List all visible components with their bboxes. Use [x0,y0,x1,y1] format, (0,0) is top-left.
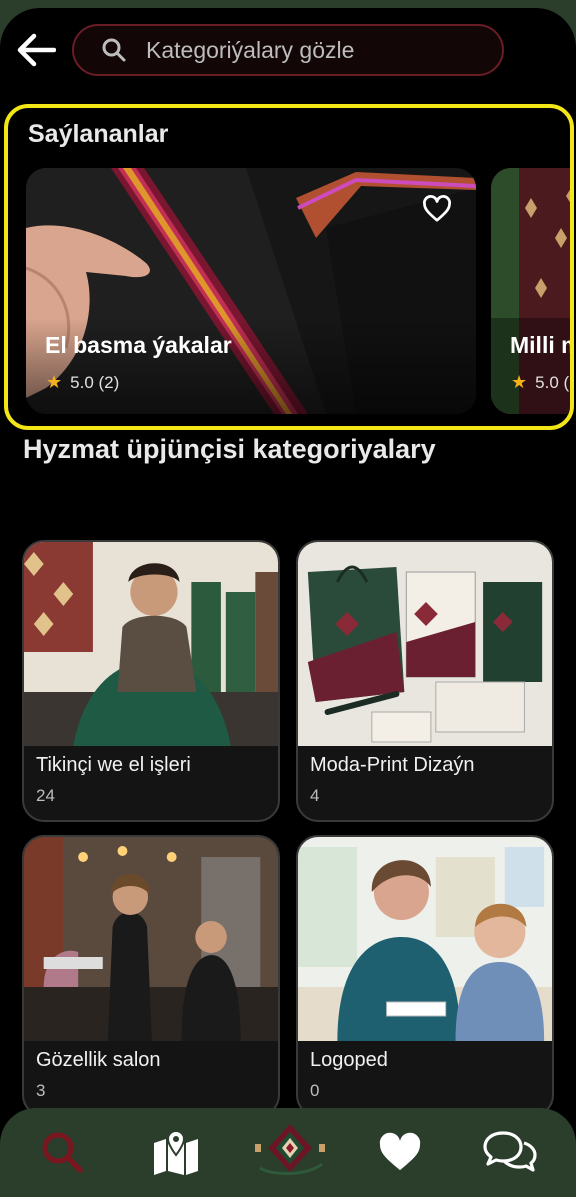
heart-icon [379,1132,421,1171]
featured-card-name: El basma ýakalar [45,332,232,358]
featured-card-name: Milli m [510,332,570,358]
bottom-navigation [0,1108,576,1197]
category-name: Logoped [310,1049,388,1071]
nav-search[interactable] [32,1126,92,1178]
categories-title: Hyzmat üpjünçisi kategoriyalary [23,434,436,464]
category-image [24,542,278,746]
featured-section: Saýlananlar El basma ýakalar ★ 5.0 (2) M… [4,104,574,430]
star-icon: ★ [511,372,528,392]
category-card[interactable]: Gözellik salon 3 [22,835,280,1117]
logo-icon [255,1124,325,1176]
category-card[interactable]: Logoped 0 [296,835,554,1117]
featured-card[interactable]: Milli m ★ 5.0 ( [491,168,570,414]
category-count: 24 [36,786,55,805]
category-count: 3 [36,1081,46,1100]
search-icon [42,1132,83,1173]
nav-home-logo[interactable] [252,1118,328,1184]
category-card[interactable]: Moda-Print Dizaýn 4 [296,540,554,822]
nav-map[interactable] [146,1126,206,1178]
category-image [298,542,552,746]
top-bar [0,0,576,92]
category-name: Gözellik salon [36,1049,161,1071]
featured-card-rating: ★ 5.0 ( [511,372,569,393]
map-icon [154,1129,198,1175]
featured-card-rating: ★ 5.0 (2) [46,372,119,393]
nav-messages[interactable] [480,1126,540,1178]
search-bar[interactable] [72,24,504,76]
category-card[interactable]: Tikinçi we el işleri 24 [22,540,280,822]
search-icon [100,36,128,64]
rating-value: 5.0 ( [535,372,570,392]
featured-card[interactable]: El basma ýakalar ★ 5.0 (2) [26,168,476,414]
heart-outline-icon[interactable] [422,194,452,224]
back-button[interactable] [12,28,60,72]
category-name: Tikinçi we el işleri [36,754,191,776]
category-image [24,837,278,1041]
category-count: 4 [310,786,320,805]
rating-value: 5.0 (2) [70,372,120,392]
search-input[interactable] [146,36,466,64]
chat-icon [483,1131,537,1172]
star-icon: ★ [46,372,63,392]
nav-favorites[interactable] [370,1126,430,1178]
category-image [298,837,552,1041]
category-count: 0 [310,1081,320,1100]
featured-title: Saýlananlar [28,120,169,148]
category-name: Moda-Print Dizaýn [310,754,475,776]
back-arrow-icon [17,33,56,67]
